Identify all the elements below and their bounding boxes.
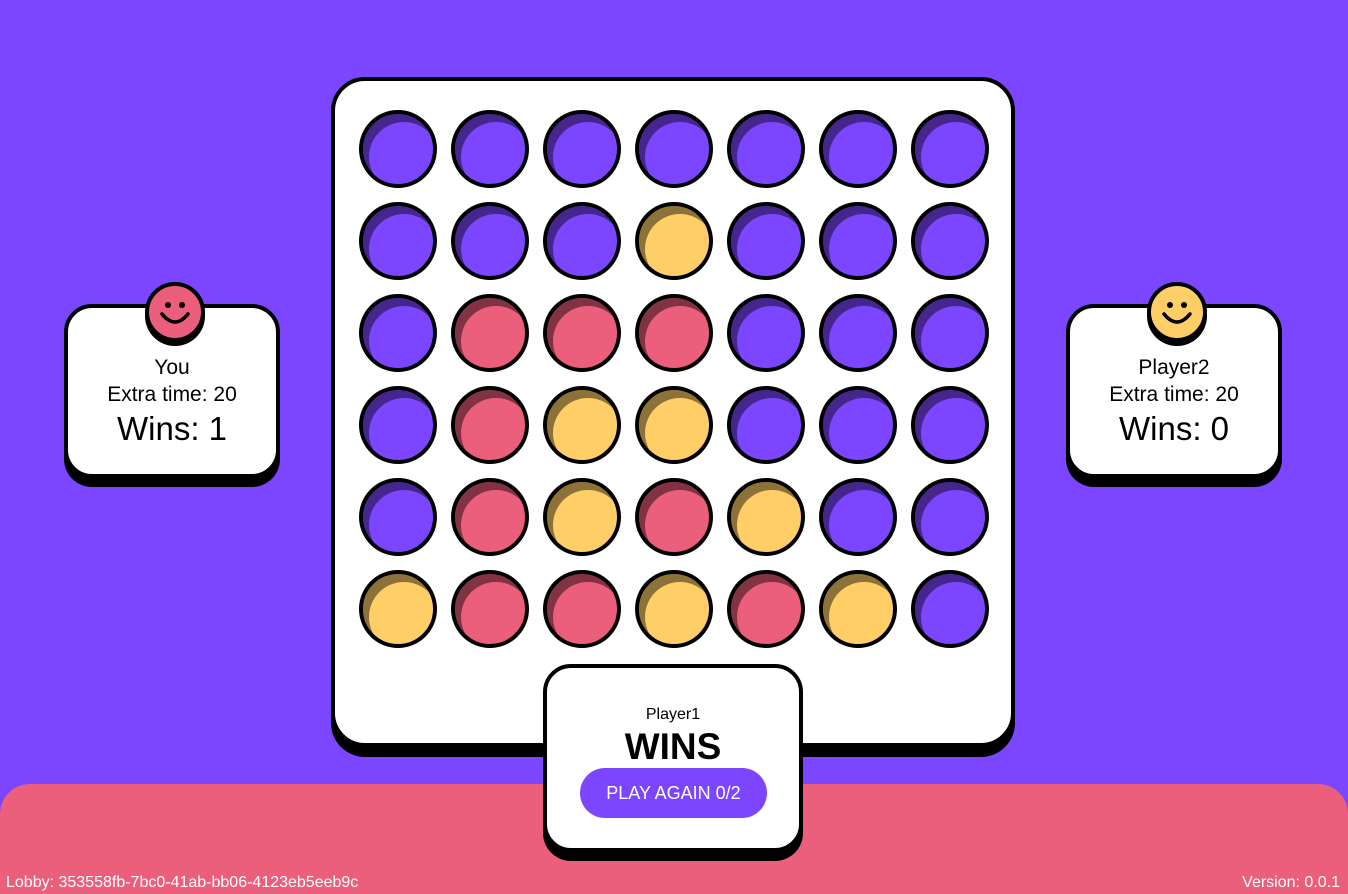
board-cell-r1-c5[interactable] — [727, 110, 805, 188]
game-screen: You Extra time: 20 Wins: 1 Player2 Extra… — [0, 0, 1348, 894]
board-cell-r4-c1[interactable] — [359, 386, 437, 464]
board-cell-r4-c3[interactable] — [543, 386, 621, 464]
board-grid — [335, 81, 1011, 743]
board-cell-r6-c3[interactable] — [543, 570, 621, 648]
board-cell-r3-c1[interactable] — [359, 294, 437, 372]
board-cell-r6-c1[interactable] — [359, 570, 437, 648]
result-panel: Player1 WINS PLAY AGAIN 0/2 — [543, 664, 803, 852]
board-cell-r2-c6[interactable] — [819, 202, 897, 280]
board-cell-r5-c3[interactable] — [543, 478, 621, 556]
smiley-face-icon — [160, 302, 190, 324]
board-cell-r1-c3[interactable] — [543, 110, 621, 188]
board-cell-r2-c4[interactable] — [635, 202, 713, 280]
player-card-you: You Extra time: 20 Wins: 1 — [64, 282, 280, 478]
smiley-face-icon — [1162, 302, 1192, 324]
player-extra-time: Extra time: 20 — [1109, 383, 1239, 406]
board-cell-r1-c6[interactable] — [819, 110, 897, 188]
player-avatar — [145, 282, 205, 342]
board-cell-r5-c1[interactable] — [359, 478, 437, 556]
board-cell-r2-c2[interactable] — [451, 202, 529, 280]
board-cell-r2-c1[interactable] — [359, 202, 437, 280]
player-card-player2: Player2 Extra time: 20 Wins: 0 — [1066, 282, 1282, 478]
board-cell-r6-c2[interactable] — [451, 570, 529, 648]
board-cell-r4-c7[interactable] — [911, 386, 989, 464]
board-cell-r3-c6[interactable] — [819, 294, 897, 372]
board-cell-r3-c2[interactable] — [451, 294, 529, 372]
player-wins: Wins: 1 — [116, 410, 228, 447]
lobby-id: Lobby: 353558fb-7bc0-41ab-bb06-4123eb5ee… — [6, 874, 359, 891]
board-cell-r1-c2[interactable] — [451, 110, 529, 188]
board-cell-r2-c7[interactable] — [911, 202, 989, 280]
board-cell-r4-c2[interactable] — [451, 386, 529, 464]
board-cell-r6-c5[interactable] — [727, 570, 805, 648]
board-cell-r5-c2[interactable] — [451, 478, 529, 556]
board-cell-r6-c6[interactable] — [819, 570, 897, 648]
player-wins: Wins: 0 — [1118, 410, 1230, 447]
board-cell-r3-c7[interactable] — [911, 294, 989, 372]
game-board — [331, 77, 1015, 747]
wins-label: WINS — [624, 726, 722, 767]
board-cell-r5-c7[interactable] — [911, 478, 989, 556]
player-extra-time: Extra time: 20 — [107, 383, 237, 406]
version-label: Version: 0.0.1 — [1242, 874, 1340, 891]
board-cell-r5-c4[interactable] — [635, 478, 713, 556]
board-cell-r3-c5[interactable] — [727, 294, 805, 372]
player-name: You — [154, 356, 190, 379]
board-cell-r2-c5[interactable] — [727, 202, 805, 280]
board-cell-r4-c4[interactable] — [635, 386, 713, 464]
play-again-button[interactable]: PLAY AGAIN 0/2 — [580, 768, 767, 818]
board-cell-r1-c7[interactable] — [911, 110, 989, 188]
board-cell-r5-c5[interactable] — [727, 478, 805, 556]
board-cell-r4-c6[interactable] — [819, 386, 897, 464]
board-cell-r2-c3[interactable] — [543, 202, 621, 280]
board-cell-r5-c6[interactable] — [819, 478, 897, 556]
board-cell-r3-c4[interactable] — [635, 294, 713, 372]
winner-name: Player1 — [645, 706, 701, 723]
board-cell-r6-c4[interactable] — [635, 570, 713, 648]
board-cell-r6-c7[interactable] — [911, 570, 989, 648]
board-cell-r3-c3[interactable] — [543, 294, 621, 372]
player-name: Player2 — [1138, 356, 1210, 379]
board-cell-r1-c1[interactable] — [359, 110, 437, 188]
board-cell-r4-c5[interactable] — [727, 386, 805, 464]
player-avatar — [1147, 282, 1207, 342]
board-cell-r1-c4[interactable] — [635, 110, 713, 188]
